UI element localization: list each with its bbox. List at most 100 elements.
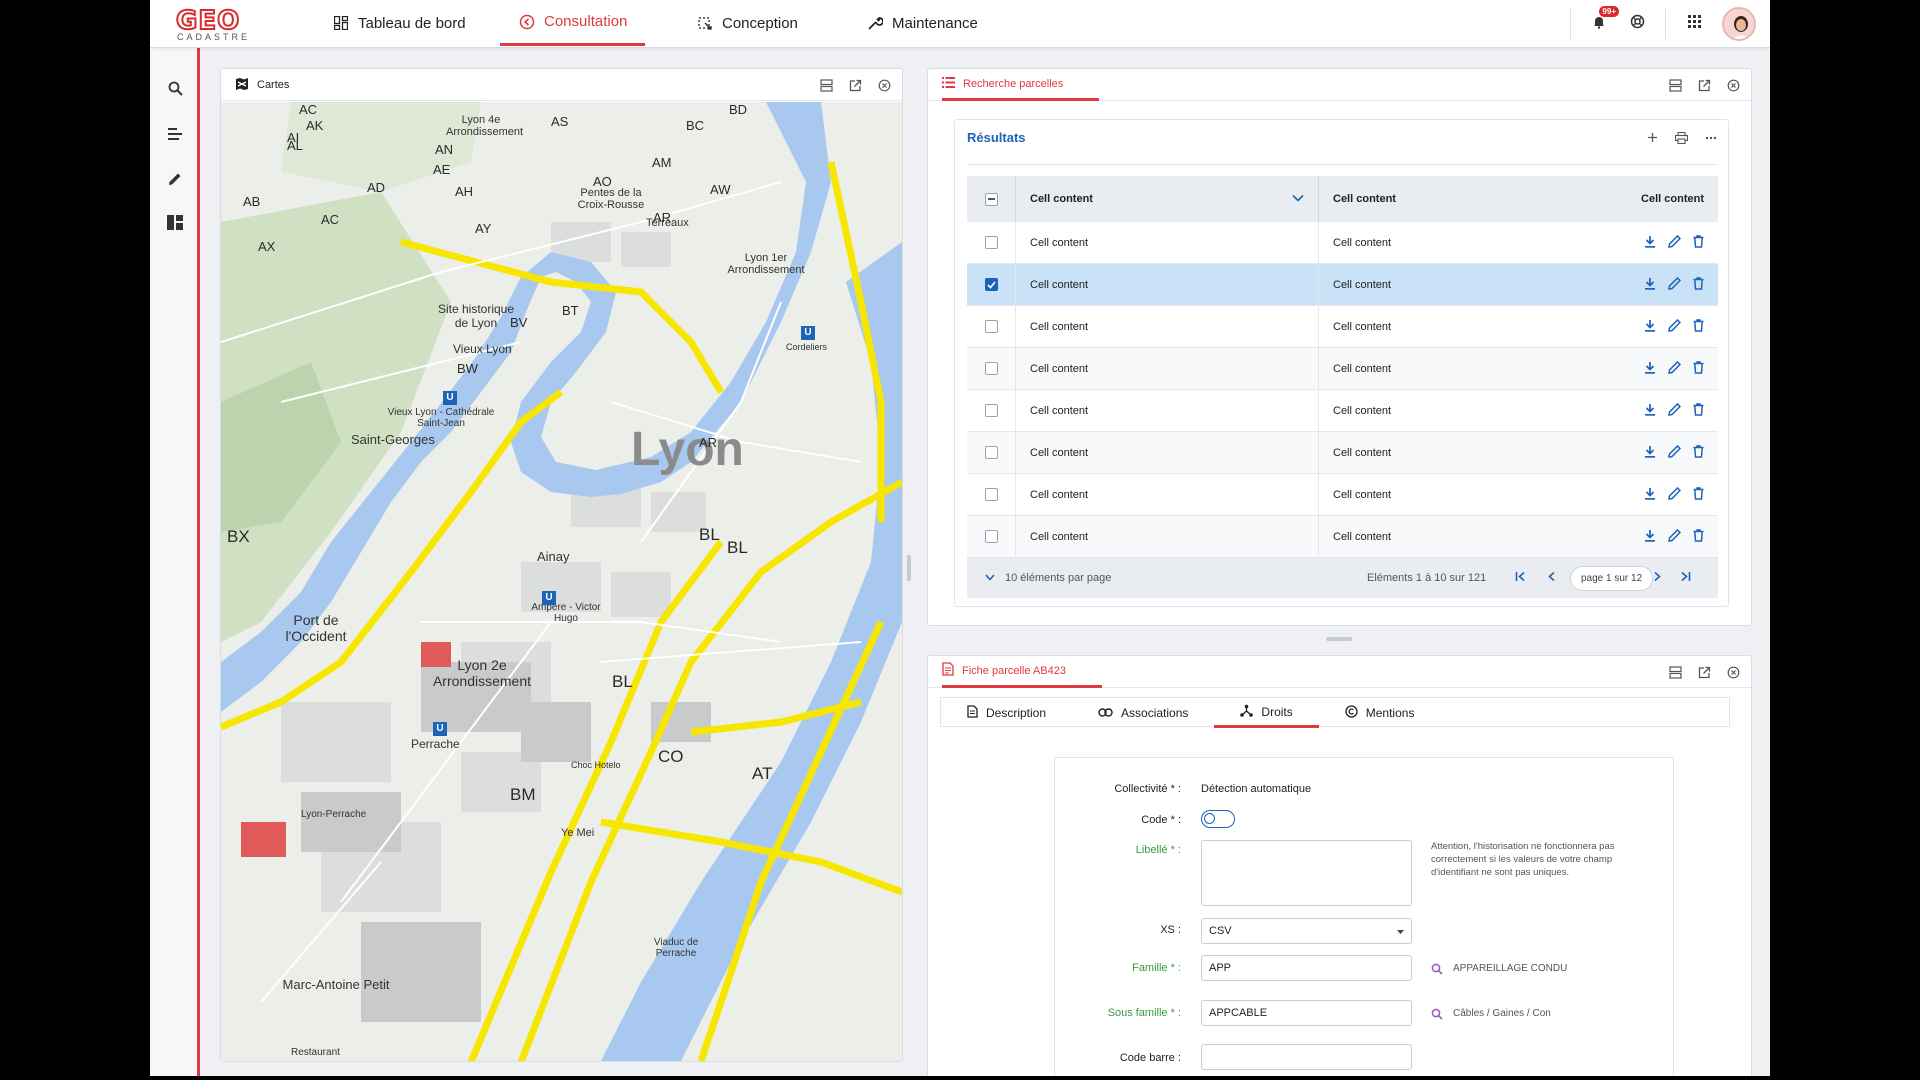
download-button[interactable]	[1644, 361, 1656, 377]
tab-mentions[interactable]: Mentions	[1319, 698, 1441, 728]
rail-layout-button[interactable]	[164, 214, 186, 236]
split-view-button[interactable]	[1668, 665, 1683, 680]
table-row[interactable]: Cell content Cell content	[967, 306, 1718, 348]
notifications-button[interactable]: 99+	[1589, 6, 1619, 34]
nav-tab-conception[interactable]: Conception	[696, 0, 798, 46]
nav-tab-consultation[interactable]: Consultation	[500, 0, 646, 46]
horizontal-splitter-handle[interactable]	[1326, 637, 1352, 641]
download-button[interactable]	[1644, 403, 1656, 419]
column-header-3[interactable]: Cell content	[1558, 176, 1718, 222]
download-button[interactable]	[1644, 319, 1656, 335]
table-row[interactable]: Cell content Cell content	[967, 516, 1718, 558]
delete-button[interactable]	[1693, 318, 1704, 335]
nav-tab-tableau-de-bord[interactable]: Tableau de bord	[332, 0, 466, 46]
close-panel-button[interactable]	[877, 78, 892, 93]
map-grid-code: BL	[612, 672, 633, 691]
open-external-button[interactable]	[848, 78, 863, 93]
table-row[interactable]: Cell content Cell content	[967, 390, 1718, 432]
download-button[interactable]	[1644, 487, 1656, 503]
vertical-splitter-handle[interactable]	[907, 555, 911, 581]
close-panel-button[interactable]	[1726, 78, 1741, 93]
delete-button[interactable]	[1693, 486, 1704, 503]
nav-tab-maintenance[interactable]: Maintenance	[866, 0, 978, 46]
table-row[interactable]: Cell content Cell content	[967, 222, 1718, 264]
delete-button[interactable]	[1693, 402, 1704, 419]
tab-description[interactable]: Description	[941, 698, 1072, 728]
download-button[interactable]	[1644, 235, 1656, 251]
trash-icon	[1693, 276, 1704, 293]
edit-button[interactable]	[1668, 402, 1682, 419]
split-view-button[interactable]	[1668, 78, 1683, 93]
download-button[interactable]	[1644, 277, 1656, 293]
rail-list-button[interactable]	[164, 125, 186, 147]
first-page-button[interactable]	[1515, 571, 1526, 585]
prev-page-button[interactable]	[1547, 571, 1556, 585]
code-toggle[interactable]	[1201, 810, 1235, 828]
map-view[interactable]: Lyon Vieux Lyon Site historique de Lyon …	[221, 102, 902, 1061]
download-button[interactable]	[1644, 445, 1656, 461]
table-row[interactable]: Cell content Cell content	[967, 264, 1718, 306]
row-checkbox[interactable]	[984, 530, 998, 543]
pagination-range: Eléments 1 à 10 sur 121	[1367, 572, 1487, 584]
split-view-button[interactable]	[819, 78, 834, 93]
xs-select[interactable]: CSV	[1201, 918, 1412, 944]
help-button[interactable]	[1627, 14, 1647, 34]
app-logo[interactable]: GEO CADASTRE	[175, 7, 258, 43]
delete-button[interactable]	[1693, 528, 1704, 545]
libelle-textarea[interactable]	[1201, 840, 1412, 906]
row-checkbox[interactable]	[984, 404, 998, 417]
row-checkbox[interactable]	[984, 320, 998, 333]
edit-button[interactable]	[1668, 444, 1682, 461]
sous-famille-search-button[interactable]	[1431, 1007, 1443, 1025]
table-row[interactable]: Cell content Cell content	[967, 348, 1718, 390]
open-external-button[interactable]	[1697, 78, 1712, 93]
per-page-selector[interactable]: 10 éléments par page	[985, 572, 1111, 584]
edit-button[interactable]	[1668, 486, 1682, 503]
download-button[interactable]	[1644, 529, 1656, 545]
delete-button[interactable]	[1693, 360, 1704, 377]
edit-button[interactable]	[1668, 360, 1682, 377]
next-page-button[interactable]	[1653, 571, 1662, 585]
edit-button[interactable]	[1668, 234, 1682, 251]
map-grid-code: AR	[653, 210, 672, 225]
open-external-button[interactable]	[1697, 665, 1712, 680]
sous-famille-input[interactable]: APPCABLE	[1201, 1000, 1412, 1026]
edit-button[interactable]	[1668, 276, 1682, 293]
column-header-2[interactable]: Cell content	[1318, 176, 1558, 222]
row-checkbox[interactable]	[984, 278, 998, 291]
tab-associations[interactable]: Associations	[1072, 698, 1214, 728]
page-indicator[interactable]: page 1 sur 12	[1570, 565, 1654, 591]
more-options-button[interactable]	[1703, 130, 1718, 145]
delete-button[interactable]	[1693, 276, 1704, 293]
row-checkbox[interactable]	[984, 446, 998, 459]
row-checkbox[interactable]	[984, 488, 998, 501]
column-header-1[interactable]: Cell content	[1015, 176, 1318, 222]
edit-button[interactable]	[1668, 318, 1682, 335]
row-checkbox[interactable]	[984, 236, 998, 249]
apps-button[interactable]	[1684, 14, 1704, 34]
famille-input[interactable]: APP	[1201, 955, 1412, 981]
metro-marker-icon[interactable]: U	[801, 326, 815, 340]
table-footer: 10 éléments par page Eléments 1 à 10 sur…	[967, 558, 1718, 598]
add-button[interactable]	[1645, 130, 1660, 145]
map-label: Ainay	[537, 549, 570, 564]
metro-marker-icon[interactable]: U	[433, 722, 447, 736]
rail-search-button[interactable]	[164, 80, 186, 102]
last-page-button[interactable]	[1680, 571, 1691, 585]
delete-button[interactable]	[1693, 444, 1704, 461]
table-row[interactable]: Cell content Cell content	[967, 432, 1718, 474]
edit-button[interactable]	[1668, 528, 1682, 545]
delete-button[interactable]	[1693, 234, 1704, 251]
tab-droits[interactable]: Droits	[1214, 698, 1319, 728]
code-barre-input[interactable]	[1201, 1044, 1412, 1070]
metro-marker-icon[interactable]: U	[443, 391, 457, 405]
famille-search-button[interactable]	[1431, 962, 1443, 980]
table-row[interactable]: Cell content Cell content	[967, 474, 1718, 516]
close-panel-button[interactable]	[1726, 665, 1741, 680]
row-checkbox[interactable]	[984, 362, 998, 375]
print-button[interactable]	[1674, 130, 1689, 145]
user-avatar[interactable]	[1722, 7, 1756, 41]
metro-marker-icon[interactable]: U	[542, 591, 556, 605]
select-all-checkbox[interactable]	[984, 192, 998, 206]
rail-edit-button[interactable]	[164, 170, 186, 192]
